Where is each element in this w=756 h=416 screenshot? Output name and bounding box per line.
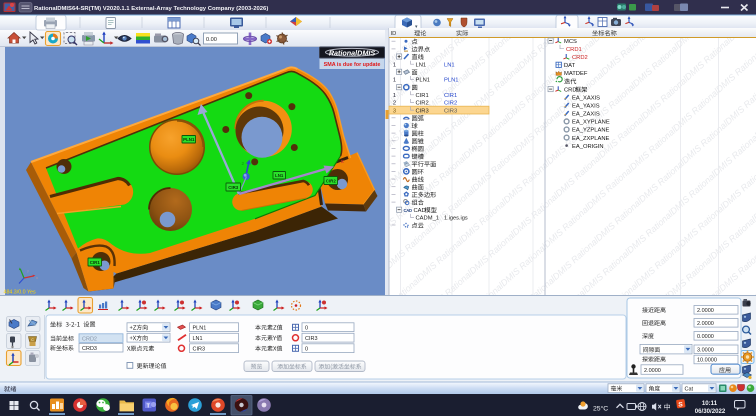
- svg-text:0: 0: [305, 346, 308, 352]
- svg-text:CRD2: CRD2: [572, 55, 588, 61]
- svg-text:EA_XAXIS: EA_XAXIS: [572, 95, 600, 101]
- svg-text:CIR3: CIR3: [444, 108, 457, 114]
- svg-text:10.0000: 10.0000: [697, 358, 717, 364]
- svg-text:CRD2: CRD2: [82, 336, 97, 342]
- svg-text:CRD3: CRD3: [82, 346, 97, 352]
- svg-text:PLN1: PLN1: [193, 325, 207, 331]
- svg-text:RationalDMIS64-SR(TM) V2020.1.: RationalDMIS64-SR(TM) V2020.1.1 External…: [34, 6, 268, 12]
- svg-text:CIR1: CIR1: [416, 93, 429, 99]
- svg-text:CIR2: CIR2: [444, 101, 457, 107]
- svg-text:0.0000: 0.0000: [697, 334, 714, 340]
- svg-text:LN1: LN1: [193, 336, 203, 342]
- svg-text:CIR1: CIR1: [444, 93, 457, 99]
- svg-text:Cat: Cat: [685, 386, 694, 392]
- svg-text:MCS: MCS: [564, 39, 577, 45]
- svg-text:EA_YAXIS: EA_YAXIS: [572, 103, 600, 109]
- svg-text:EA_ZAXIS: EA_ZAXIS: [572, 112, 600, 118]
- svg-text:PLN1: PLN1: [444, 78, 459, 84]
- svg-text:y: y: [27, 268, 29, 273]
- svg-text:PLN1: PLN1: [416, 78, 431, 84]
- svg-text:0.00: 0.00: [206, 37, 217, 43]
- svg-text:1: 1: [393, 93, 396, 99]
- svg-text:EA_ZXPLANE: EA_ZXPLANE: [572, 136, 610, 142]
- svg-text:EA_YZPLANE: EA_YZPLANE: [572, 128, 610, 134]
- svg-text:S: S: [678, 402, 683, 409]
- svg-text:x: x: [341, 159, 344, 165]
- svg-text:CIR3: CIR3: [416, 108, 429, 114]
- svg-text:ID: ID: [391, 31, 397, 37]
- svg-text:0: 0: [305, 325, 308, 331]
- svg-text:06/30/2022: 06/30/2022: [695, 408, 726, 415]
- svg-text:484.3/0.0 Yes: 484.3/0.0 Yes: [4, 290, 36, 296]
- svg-text:PLN1: PLN1: [183, 137, 195, 142]
- svg-text:LN1: LN1: [275, 173, 284, 178]
- svg-text:2.0000: 2.0000: [697, 321, 714, 327]
- svg-text:CAD: CAD: [404, 208, 412, 213]
- svg-text:CIR3: CIR3: [228, 185, 239, 190]
- svg-text:2: 2: [393, 101, 396, 107]
- svg-text:EA_XYPLANE: EA_XYPLANE: [572, 120, 610, 126]
- svg-text:DAT: DAT: [564, 63, 576, 69]
- svg-text:1.iges.igs: 1.iges.igs: [444, 216, 468, 222]
- svg-text:MATDEF: MATDEF: [564, 71, 588, 77]
- svg-text:CRD: CRD: [564, 87, 577, 93]
- svg-text:2.0000: 2.0000: [697, 308, 714, 314]
- svg-text:SMA is due for update: SMA is due for update: [324, 62, 381, 68]
- svg-text:LN1: LN1: [416, 62, 427, 68]
- svg-text:1: 1: [393, 78, 396, 84]
- svg-text:3: 3: [393, 108, 396, 114]
- svg-text:2.0000: 2.0000: [644, 368, 661, 374]
- svg-text:10:11: 10:11: [702, 400, 718, 407]
- svg-text:CIR2: CIR2: [326, 179, 337, 184]
- svg-text:25°C: 25°C: [593, 405, 608, 413]
- svg-text:x: x: [36, 275, 38, 280]
- svg-text:1: 1: [393, 62, 396, 68]
- svg-text:CRD1: CRD1: [566, 47, 582, 53]
- svg-text:LN1: LN1: [444, 62, 455, 68]
- svg-text:CADM_1: CADM_1: [416, 216, 440, 222]
- svg-text:EA_ORIGIN: EA_ORIGIN: [572, 144, 604, 150]
- svg-text:CAD: CAD: [414, 208, 426, 214]
- svg-text:CIR2: CIR2: [416, 101, 429, 107]
- svg-text:RationalDMIS: RationalDMIS: [329, 48, 376, 57]
- svg-text:CIR3: CIR3: [193, 346, 206, 352]
- svg-text:3.0000: 3.0000: [697, 347, 714, 353]
- svg-text:CIR3: CIR3: [305, 336, 318, 342]
- svg-text:CIR1: CIR1: [90, 260, 101, 265]
